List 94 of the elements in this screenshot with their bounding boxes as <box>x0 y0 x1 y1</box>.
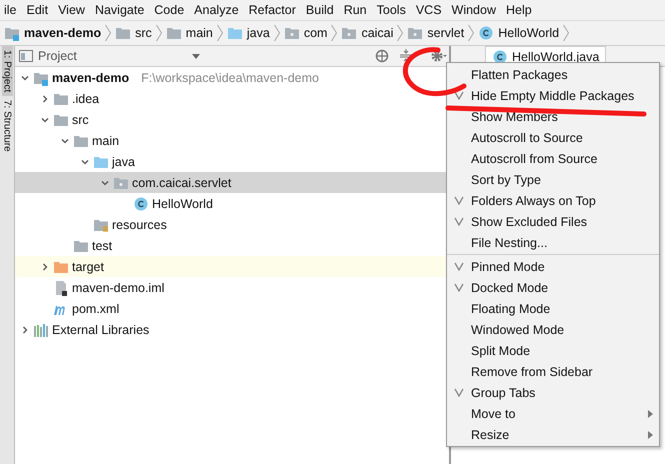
menu-option[interactable]: Hide Empty Middle Packages <box>447 85 659 106</box>
package-icon <box>341 25 358 41</box>
tree-row[interactable]: main <box>15 130 449 151</box>
folder-icon <box>166 25 182 41</box>
dropdown-caret-icon[interactable] <box>192 54 200 58</box>
locate-icon[interactable] <box>375 49 389 63</box>
tree-label: pom.xml <box>72 302 120 316</box>
project-view-icon <box>19 50 33 62</box>
menu-option[interactable]: Flatten Packages <box>447 64 659 85</box>
chevron-icon <box>563 24 570 42</box>
menu-item[interactable]: ile <box>0 3 23 17</box>
tree-row[interactable]: test <box>15 235 449 256</box>
menu-item[interactable]: Edit <box>22 3 54 17</box>
menu-item[interactable]: Navigate <box>90 3 150 17</box>
menu-option[interactable]: Group Tabs <box>447 382 659 403</box>
file-icon <box>53 280 69 296</box>
panel-title[interactable]: Project <box>38 49 77 63</box>
tree-row[interactable]: com.caicai.servlet <box>15 172 449 193</box>
tree-row[interactable]: java <box>15 151 449 172</box>
menu-item[interactable]: Build <box>302 3 340 17</box>
collapse-all-icon[interactable] <box>400 49 412 63</box>
breadcrumb[interactable]: com <box>280 25 332 41</box>
breadcrumb[interactable]: java <box>222 25 274 41</box>
menu-option[interactable]: Pinned Mode <box>447 256 659 277</box>
chevron-icon <box>156 24 162 42</box>
tree-label: External Libraries <box>52 322 150 336</box>
side-tab[interactable]: 1: Project <box>2 46 12 96</box>
tree-row[interactable]: src <box>15 109 449 130</box>
libraries-icon <box>33 322 49 338</box>
package-icon <box>284 25 300 41</box>
menu-option[interactable]: Move to <box>447 403 659 424</box>
tree-label: .idea <box>72 92 100 106</box>
menu-option[interactable]: Autoscroll to Source <box>447 127 659 148</box>
breadcrumb[interactable]: main <box>162 25 217 41</box>
tree-label: maven-demo <box>52 70 130 84</box>
side-tab[interactable]: 7: Structure <box>2 96 12 156</box>
menu-option[interactable]: Floating Mode <box>447 298 659 319</box>
tree-label: test <box>92 238 112 252</box>
tree-row[interactable]: HelloWorld <box>15 193 449 214</box>
breadcrumb[interactable]: src <box>111 25 156 41</box>
tree-label: com.caicai.servlet <box>132 176 232 190</box>
module-folder-icon <box>4 25 20 41</box>
menu-option[interactable]: Show Excluded Files <box>447 211 659 232</box>
menu-option[interactable]: Resize <box>447 424 659 445</box>
tree-row[interactable]: External Libraries <box>15 319 449 340</box>
breadcrumb[interactable]: servlet <box>403 25 468 41</box>
menu-option[interactable]: File Nesting... <box>447 232 659 253</box>
menu-item[interactable]: Help <box>502 3 538 17</box>
tree-row[interactable]: target <box>15 256 449 277</box>
tree-row[interactable]: maven-demo F:\workspace\idea\maven-demo <box>15 67 449 88</box>
tree-label: resources <box>112 218 167 232</box>
menu-item[interactable]: Analyze <box>190 3 245 17</box>
package-icon <box>407 25 424 41</box>
tree-row[interactable]: maven-demo.iml <box>15 277 449 298</box>
menu-option[interactable]: Docked Mode <box>447 277 659 298</box>
menu-item[interactable]: Code <box>150 3 190 17</box>
menu-item[interactable]: Run <box>340 3 373 17</box>
menu-option[interactable]: Remove from Sidebar <box>447 361 659 382</box>
class-icon <box>133 196 149 212</box>
breadcrumb[interactable]: HelloWorld <box>474 25 564 41</box>
tree-label: src <box>72 112 89 126</box>
menu-item[interactable]: VCS <box>412 3 448 17</box>
tree-row[interactable]: .idea <box>15 88 449 109</box>
settings-icon[interactable] <box>431 49 447 63</box>
folder-icon <box>115 25 132 41</box>
menu-option[interactable]: Folders Always on Top <box>447 190 659 211</box>
chevron-icon <box>274 24 280 42</box>
chevron-icon <box>468 24 474 42</box>
menu-option[interactable]: Autoscroll from Source <box>447 148 659 169</box>
menu-item[interactable]: Window <box>448 3 502 17</box>
breadcrumb[interactable]: caicai <box>337 25 398 41</box>
tree-label: target <box>72 260 104 274</box>
class-icon <box>492 48 508 64</box>
menu-item[interactable]: Tools <box>372 3 412 17</box>
chevron-icon <box>105 24 112 42</box>
chevron-icon <box>216 24 223 42</box>
menu-option[interactable]: Split Mode <box>447 340 659 361</box>
menu-item[interactable]: Refactor <box>244 3 302 17</box>
menu-option[interactable]: Show Members <box>447 106 659 127</box>
menu-option[interactable]: Windowed Mode <box>447 319 659 340</box>
source-folder-icon <box>226 25 243 41</box>
tree-row[interactable]: resources <box>15 214 449 235</box>
tree-label: java <box>112 154 135 168</box>
chevron-icon <box>331 24 338 42</box>
chevron-icon <box>397 24 404 42</box>
project-path: F:\workspace\idea\maven-demo <box>141 70 319 84</box>
tree-row[interactable]: pom.xml <box>15 298 449 319</box>
tree-label: HelloWorld <box>152 196 213 210</box>
menu-option[interactable]: Sort by Type <box>447 169 659 190</box>
tree-label: maven-demo.iml <box>72 280 164 294</box>
class-icon <box>478 25 494 41</box>
tree-label: main <box>92 134 120 148</box>
menu-item[interactable]: View <box>54 3 91 17</box>
breadcrumb[interactable]: maven-demo <box>0 25 106 41</box>
